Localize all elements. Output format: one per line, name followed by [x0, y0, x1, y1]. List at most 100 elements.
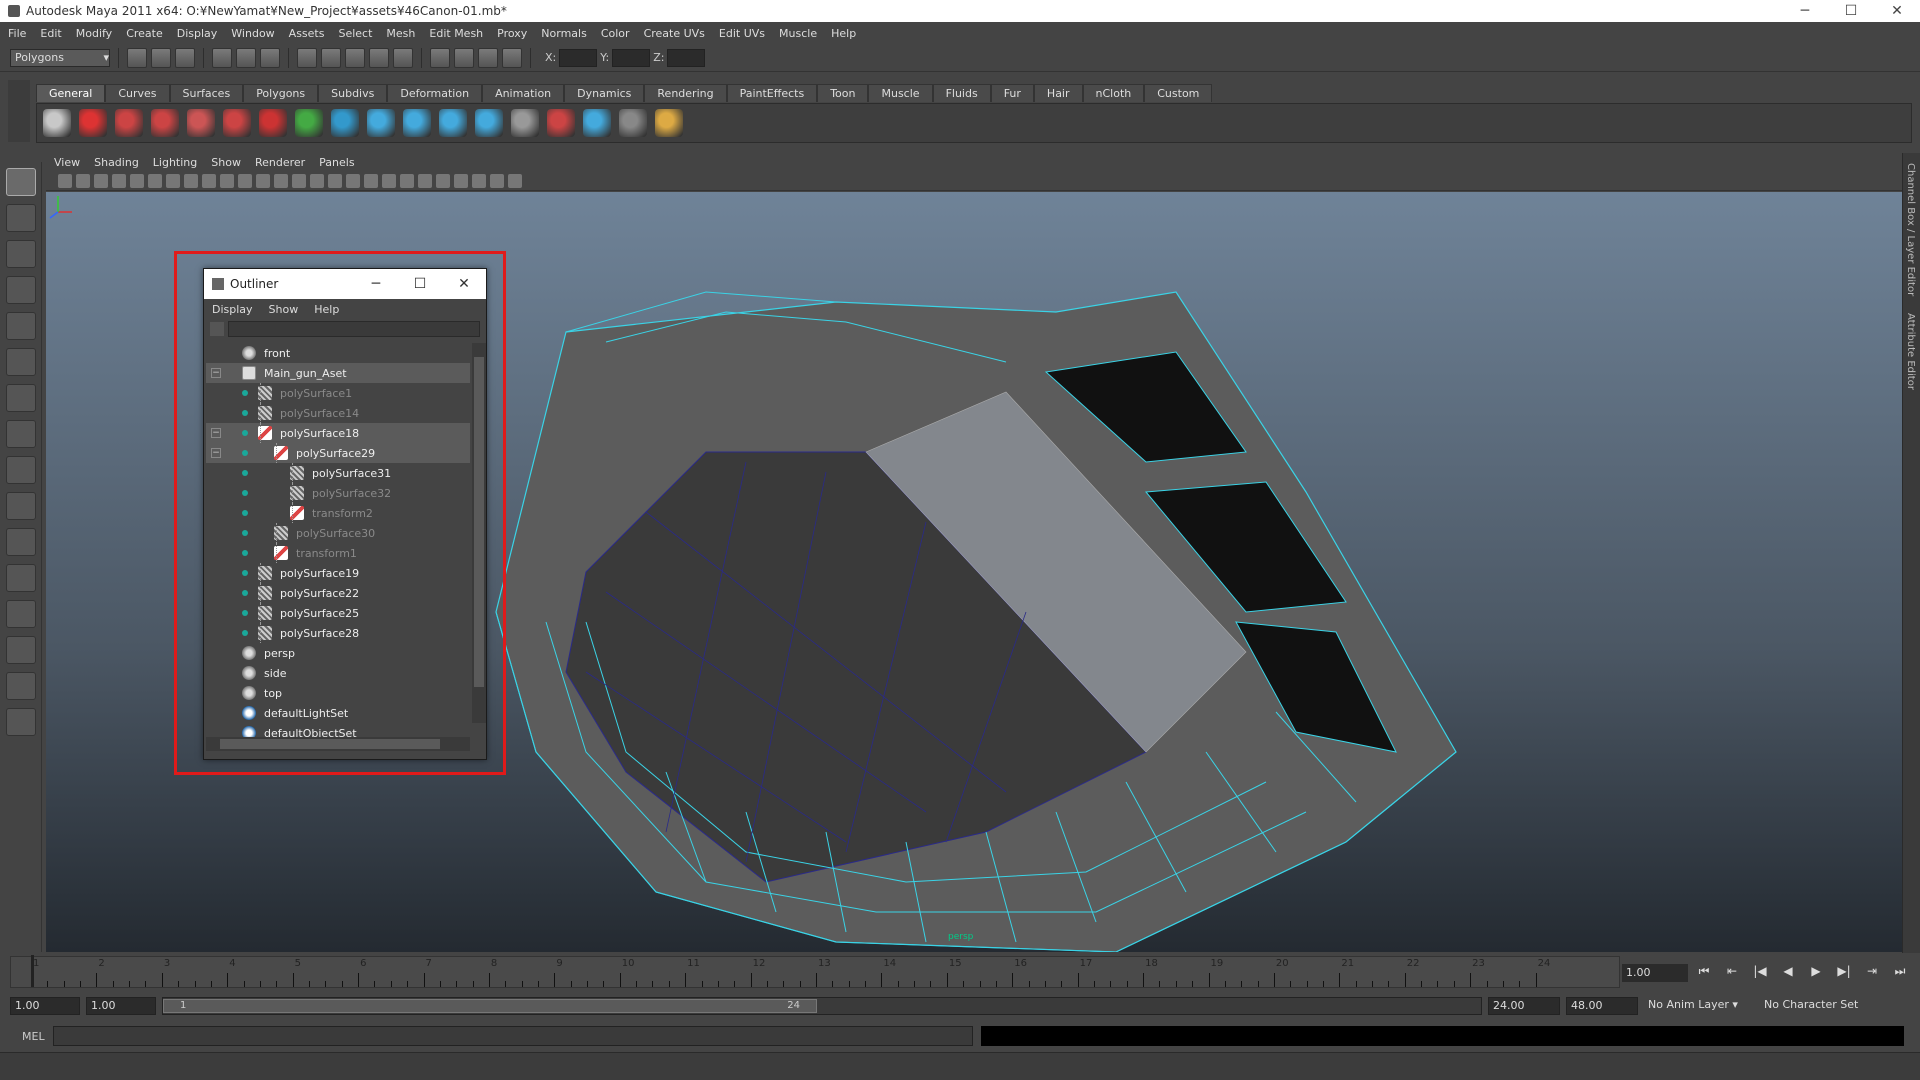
- menu-edit[interactable]: Edit: [40, 27, 61, 40]
- panel-toolbar-icon[interactable]: [274, 173, 288, 188]
- render-icon[interactable]: [454, 47, 474, 68]
- panel-toolbar-icon[interactable]: [148, 173, 162, 188]
- playback-end-field[interactable]: 24.00: [1488, 997, 1560, 1015]
- shelf-tab-rendering[interactable]: Rendering: [644, 84, 727, 102]
- select-hierarchy-icon[interactable]: [212, 47, 232, 68]
- animation-start-field[interactable]: 1.00: [10, 997, 80, 1015]
- panel-toolbar-icon[interactable]: [94, 173, 108, 188]
- menu-create[interactable]: Create: [126, 27, 163, 40]
- shelf-tool-icon[interactable]: [295, 109, 323, 137]
- panel-menu-shading[interactable]: Shading: [94, 156, 139, 169]
- select-tool-icon[interactable]: [5, 168, 36, 196]
- z-field[interactable]: [667, 48, 706, 67]
- panel-toolbar-icon[interactable]: [184, 173, 198, 188]
- outliner-maximize-button[interactable]: ☐: [398, 276, 442, 292]
- shelf-tool-icon[interactable]: [151, 109, 179, 137]
- outliner-row[interactable]: defaultObjectSet: [206, 723, 470, 737]
- panel-toolbar-icon[interactable]: [508, 173, 522, 188]
- panel-toolbar-icon[interactable]: [346, 173, 360, 188]
- range-slider-thumb[interactable]: 1 24: [163, 999, 817, 1013]
- shelf-tool-icon[interactable]: [583, 109, 611, 137]
- outliner-search-input[interactable]: [228, 321, 480, 337]
- rotate-tool-icon[interactable]: [5, 312, 36, 340]
- shelf-tool-icon[interactable]: [403, 109, 431, 137]
- shelf-tab-deformation[interactable]: Deformation: [387, 84, 483, 102]
- outliner-row[interactable]: transform2: [206, 503, 470, 523]
- outliner-filter-icon[interactable]: [210, 322, 224, 336]
- panel-toolbar-icon[interactable]: [454, 173, 468, 188]
- panel-toolbar-icon[interactable]: [490, 173, 504, 188]
- command-input[interactable]: [52, 1026, 973, 1046]
- outliner-row[interactable]: polySurface22: [206, 583, 470, 603]
- expand-toggle-icon[interactable]: −: [211, 428, 221, 438]
- open-scene-icon[interactable]: [151, 47, 171, 68]
- current-frame-field[interactable]: 1.00: [1622, 964, 1688, 982]
- select-component-icon[interactable]: [260, 47, 280, 68]
- range-slider[interactable]: 1 24: [162, 997, 1482, 1015]
- panel-toolbar-icon[interactable]: [364, 173, 378, 188]
- panel-toolbar-icon[interactable]: [418, 173, 432, 188]
- shelf-tab-fur[interactable]: Fur: [990, 84, 1034, 102]
- layout-hypershade-icon[interactable]: [5, 672, 36, 700]
- panel-menu-show[interactable]: Show: [211, 156, 241, 169]
- panel-menu-lighting[interactable]: Lighting: [153, 156, 197, 169]
- layout-outliner-icon[interactable]: [5, 600, 36, 628]
- shelf-tab-fluids[interactable]: Fluids: [932, 84, 991, 102]
- panel-toolbar-icon[interactable]: [292, 173, 306, 188]
- expand-toggle-icon[interactable]: −: [211, 368, 221, 378]
- panel-menu-renderer[interactable]: Renderer: [255, 156, 305, 169]
- menu-create-uvs[interactable]: Create UVs: [644, 27, 705, 40]
- scale-tool-icon[interactable]: [5, 348, 36, 376]
- shelf-tab-polygons[interactable]: Polygons: [243, 84, 319, 102]
- snap-grid-icon[interactable]: [297, 47, 317, 68]
- panel-toolbar-icon[interactable]: [112, 173, 126, 188]
- layout-custom-icon[interactable]: [5, 708, 36, 736]
- play-forwards-icon[interactable]: ▶: [1806, 964, 1826, 982]
- panel-toolbar-icon[interactable]: [220, 173, 234, 188]
- panel-toolbar-icon[interactable]: [58, 173, 72, 188]
- shelf-tool-icon[interactable]: [187, 109, 215, 137]
- scrollbar-thumb[interactable]: [220, 739, 440, 749]
- shelf-tab-hair[interactable]: Hair: [1033, 84, 1083, 102]
- menu-window[interactable]: Window: [231, 27, 274, 40]
- menu-set-dropdown[interactable]: Polygons ▾: [10, 48, 110, 67]
- soft-mod-tool-icon[interactable]: [5, 420, 36, 448]
- shelf-tool-icon[interactable]: [475, 109, 503, 137]
- panel-menu-view[interactable]: View: [54, 156, 80, 169]
- shelf-tab-ncloth[interactable]: nCloth: [1082, 84, 1145, 102]
- menu-help[interactable]: Help: [831, 27, 856, 40]
- outliner-row[interactable]: polySurface19: [206, 563, 470, 583]
- panel-toolbar-icon[interactable]: [472, 173, 486, 188]
- outliner-row[interactable]: defaultLightSet: [206, 703, 470, 723]
- outliner-row[interactable]: polySurface30: [206, 523, 470, 543]
- outliner-row[interactable]: polySurface28: [206, 623, 470, 643]
- shelf-tab-dynamics[interactable]: Dynamics: [564, 84, 645, 102]
- universal-manipulator-icon[interactable]: [5, 384, 36, 412]
- move-tool-icon[interactable]: [5, 276, 36, 304]
- panel-toolbar-icon[interactable]: [310, 173, 324, 188]
- menu-file[interactable]: File: [8, 27, 26, 40]
- menu-muscle[interactable]: Muscle: [779, 27, 817, 40]
- shelf-menu-handle[interactable]: [8, 80, 30, 142]
- panel-toolbar-icon[interactable]: [328, 173, 342, 188]
- shelf-tool-icon[interactable]: [367, 109, 395, 137]
- scrollbar-thumb[interactable]: [474, 357, 484, 687]
- attribute-editor-tab[interactable]: Attribute Editor: [1905, 313, 1916, 390]
- x-field[interactable]: [559, 48, 598, 67]
- shelf-tab-surfaces[interactable]: Surfaces: [169, 84, 244, 102]
- outliner-row[interactable]: polySurface31: [206, 463, 470, 483]
- expand-toggle-icon[interactable]: −: [211, 448, 221, 458]
- shelf-tool-icon[interactable]: [79, 109, 107, 137]
- snap-point-icon[interactable]: [345, 47, 365, 68]
- history-icon[interactable]: [430, 47, 450, 68]
- snap-plane-icon[interactable]: [369, 47, 389, 68]
- step-back-key-icon[interactable]: ⇤: [1722, 964, 1742, 982]
- outliner-window[interactable]: Outliner ─ ☐ ✕ Display Show Help front − Mai…: [203, 268, 487, 760]
- shelf-tool-icon[interactable]: [439, 109, 467, 137]
- shelf-tool-icon[interactable]: [655, 109, 683, 137]
- time-slider[interactable]: 1 2 3 4 5 6 7 8 9 10 11 12 13 14 15 16 17 18 19 20 21 22 23 24: [10, 955, 1620, 988]
- go-to-start-icon[interactable]: ⏮: [1694, 964, 1714, 982]
- menu-modify[interactable]: Modify: [76, 27, 112, 40]
- panel-toolbar-icon[interactable]: [382, 173, 396, 188]
- shelf-tool-icon[interactable]: [259, 109, 287, 137]
